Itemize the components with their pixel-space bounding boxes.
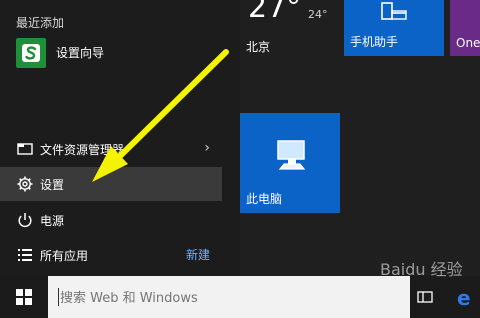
menu-item-label: 设置 [40,178,65,192]
start-left-pane: 最近添加 设置向导 文件资源管理器 › 设置 电源 所有应用 新建 [0,0,240,276]
setup-wizard-app-icon [16,38,46,68]
windows-logo-icon [16,289,32,305]
tile-weather[interactable]: 27° 24° 北京 [240,0,336,56]
menu-item-label: 所有应用 [40,249,89,263]
menu-item-settings[interactable]: 设置 [0,167,222,201]
taskbar: e [0,276,480,318]
menu-item-file-explorer[interactable]: 文件资源管理器 › [0,132,222,166]
task-view-button[interactable] [414,276,436,318]
recent-app-setup-wizard[interactable]: 设置向导 [0,36,222,70]
start-menu: 最近添加 设置向导 文件资源管理器 › 设置 电源 所有应用 新建 27° 24… [0,0,480,276]
power-icon [18,213,32,228]
tile-label: 手机助手 [350,35,399,49]
recently-added-title: 最近添加 [16,16,65,30]
tile-this-pc[interactable]: 此电脑 [240,113,340,213]
edge-button[interactable]: e [452,276,480,318]
search-input[interactable] [58,287,382,309]
weather-low-temp: 24° [308,8,328,21]
weather-temperature: 27° [248,0,302,25]
menu-item-power[interactable]: 电源 [0,203,222,237]
tile-one[interactable]: Onel [450,0,480,56]
all-apps-icon [18,249,32,261]
start-tiles-pane: 27° 24° 北京 手机助手 Onel 此电脑 [240,0,480,276]
menu-item-all-apps[interactable]: 所有应用 新建 [0,238,222,272]
task-view-icon [417,291,433,303]
start-button[interactable] [0,276,48,318]
tile-phone-assistant[interactable]: 手机助手 [344,0,444,56]
svg-text:e: e [457,286,471,308]
tile-label: 此电脑 [246,192,283,206]
weather-city: 北京 [246,40,271,54]
recent-app-label: 设置向导 [56,46,105,60]
s-logo-icon [22,44,40,62]
chevron-right-icon: › [204,140,210,156]
menu-item-label: 文件资源管理器 [40,143,125,157]
file-explorer-icon [17,143,33,155]
menu-item-label: 电源 [40,214,65,228]
tile-label: Onel [456,36,480,50]
edge-icon: e [457,286,471,308]
gear-icon [17,176,33,192]
phone-icon [381,2,407,20]
search-box[interactable] [48,276,410,318]
computer-icon [277,140,306,170]
new-badge: 新建 [185,248,210,262]
